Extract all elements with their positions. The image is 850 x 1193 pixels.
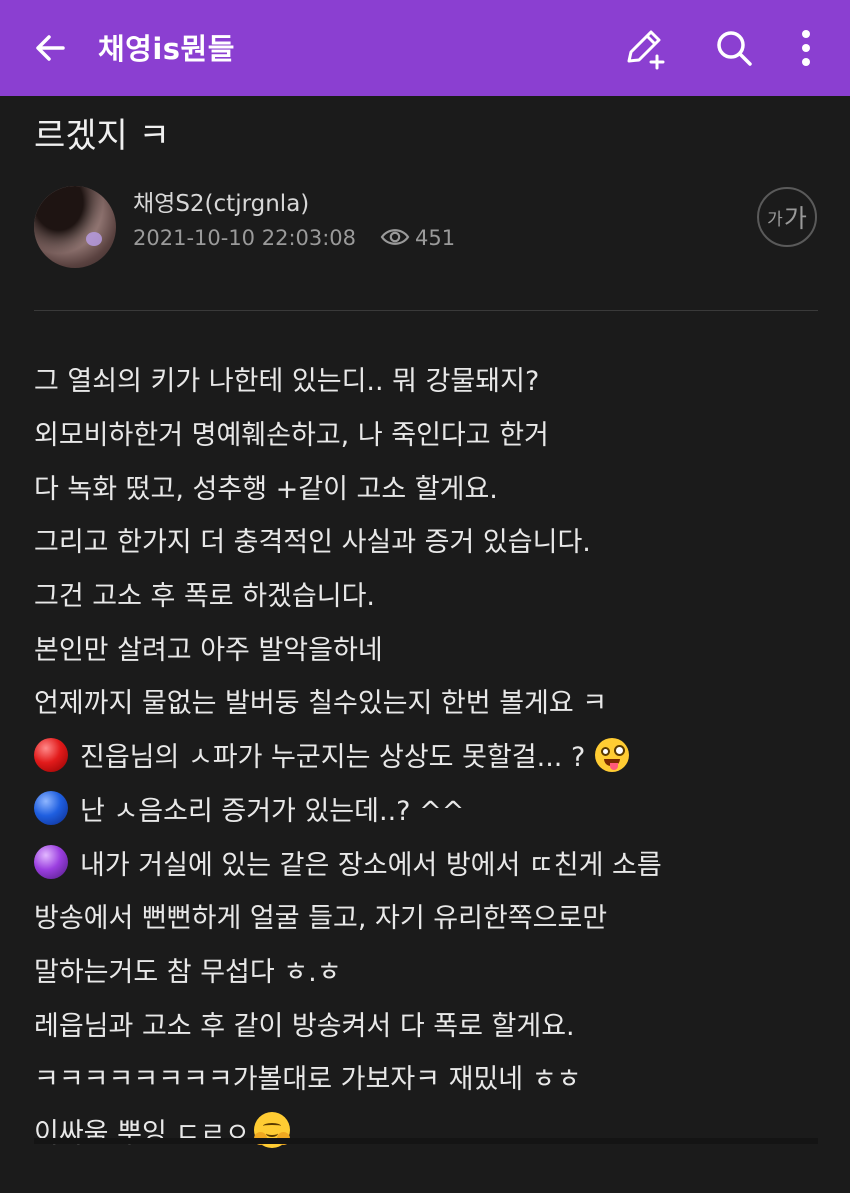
divider [34,310,818,311]
app-bar: 채영is뭔들 [0,0,850,96]
body-line: 그리고 한가지 더 충격적인 사실과 증거 있습니다. [34,513,824,567]
body-line-text: 내가 거실에 있는 같은 장소에서 방에서 ㄸ친게 소름 [80,849,662,881]
body-line-text: 난 ㅅ음소리 증거가 있는데..? ^^ [80,795,465,827]
author-name[interactable]: 채영S2(ctjrgnla) [133,184,309,218]
body-line-text: 다 녹화 떴고, 성추행 +같이 고소 할게요. [34,473,498,505]
body-line: 다 녹화 떴고, 성추행 +같이 고소 할게요. [34,459,824,513]
eye-icon [380,229,410,245]
post-body: 그 열쇠의 키가 나한테 있는디.. 뭐 강물돼지? 외모비하한거 명예훼손하고… [34,352,824,1157]
body-line-text: 레읍님과 고소 후 같이 방송켜서 다 폭로 할게요. [34,1010,575,1042]
post-title: 르겠지 ㅋ [34,116,170,156]
body-line: 레읍님과 고소 후 같이 방송켜서 다 폭로 할게요. [34,996,824,1050]
arrow-left-icon [36,35,65,61]
font-size-large-label: 가 [783,204,807,233]
body-line: 그건 고소 후 폭로 하겠습니다. [34,567,824,621]
search-button[interactable] [710,24,758,72]
zany-face-icon [595,737,630,772]
body-line-text: 그 열쇠의 키가 나한테 있는디.. 뭐 강물돼지? [34,366,540,398]
search-icon [717,31,752,66]
body-line-text: 그리고 한가지 더 충격적인 사실과 증거 있습니다. [34,527,591,559]
view-count: 451 [415,226,456,250]
bottom-divider [34,1138,818,1144]
body-line-text: 말하는거도 참 무섭다 ㅎ.ㅎ [34,956,342,988]
body-line-text: 본인만 살려고 아주 발악을하네 [34,634,383,666]
red-circle-icon [34,737,68,772]
body-line: 이싸움 뿌잉 ㄷㄹㅇ [34,1104,824,1158]
body-line-text: 방송에서 뻔뻔하게 얼굴 들고, 자기 유리한쪽으로만 [34,903,608,935]
body-line-text: 그건 고소 후 폭로 하겠습니다. [34,581,375,613]
cafe-title: 채영is뭔들 [98,32,235,66]
body-line-text: 진읍님의 ㅅ파가 누군지는 상상도 못할걸... ? [80,742,586,774]
body-line: 그 열쇠의 키가 나한테 있는디.. 뭐 강물돼지? [34,352,824,406]
body-line-text: ㅋㅋㅋㅋㅋㅋㅋㅋ가볼대로 가보자ㅋ 재밌네 ㅎㅎ [34,1064,582,1096]
body-line: 말하는거도 참 무섭다 ㅎ.ㅎ [34,943,824,997]
body-line: 언제까지 물없는 발버둥 칠수있는지 한번 볼게요 ㅋ [34,674,824,728]
body-line-text: 이싸움 뿌잉 ㄷㄹㅇ [34,1117,250,1149]
body-line: 방송에서 뻔뻔하게 얼굴 들고, 자기 유리한쪽으로만 [34,889,824,943]
more-vertical-icon [802,30,810,66]
body-line-text: 외모비하한거 명예훼손하고, 나 죽인다고 한거 [34,420,549,452]
pencil-plus-icon [627,30,665,70]
more-options-button[interactable] [786,24,826,72]
post-datetime: 2021-10-10 22:03:08 [133,226,357,250]
body-line: 외모비하한거 명예훼손하고, 나 죽인다고 한거 [34,406,824,460]
body-line-text: 언제까지 물없는 발버둥 칠수있는지 한번 볼게요 ㅋ [34,688,608,720]
body-line: 본인만 살려고 아주 발악을하네 [34,620,824,674]
blue-circle-icon [34,791,68,826]
body-line: ㅋㅋㅋㅋㅋㅋㅋㅋ가볼대로 가보자ㅋ 재밌네 ㅎㅎ [34,1050,824,1104]
body-line: 난 ㅅ음소리 증거가 있는데..? ^^ [34,782,824,836]
write-post-button[interactable] [620,24,668,72]
purple-circle-icon [34,845,68,880]
body-line: 내가 거실에 있는 같은 장소에서 방에서 ㄸ친게 소름 [34,835,824,889]
back-button[interactable] [30,28,70,68]
body-line: 진읍님의 ㅅ파가 누군지는 상상도 못할걸... ? [34,728,824,782]
font-size-button[interactable]: 가가 [757,187,817,247]
avatar[interactable] [34,186,116,268]
font-size-small-label: 가 [767,209,783,230]
